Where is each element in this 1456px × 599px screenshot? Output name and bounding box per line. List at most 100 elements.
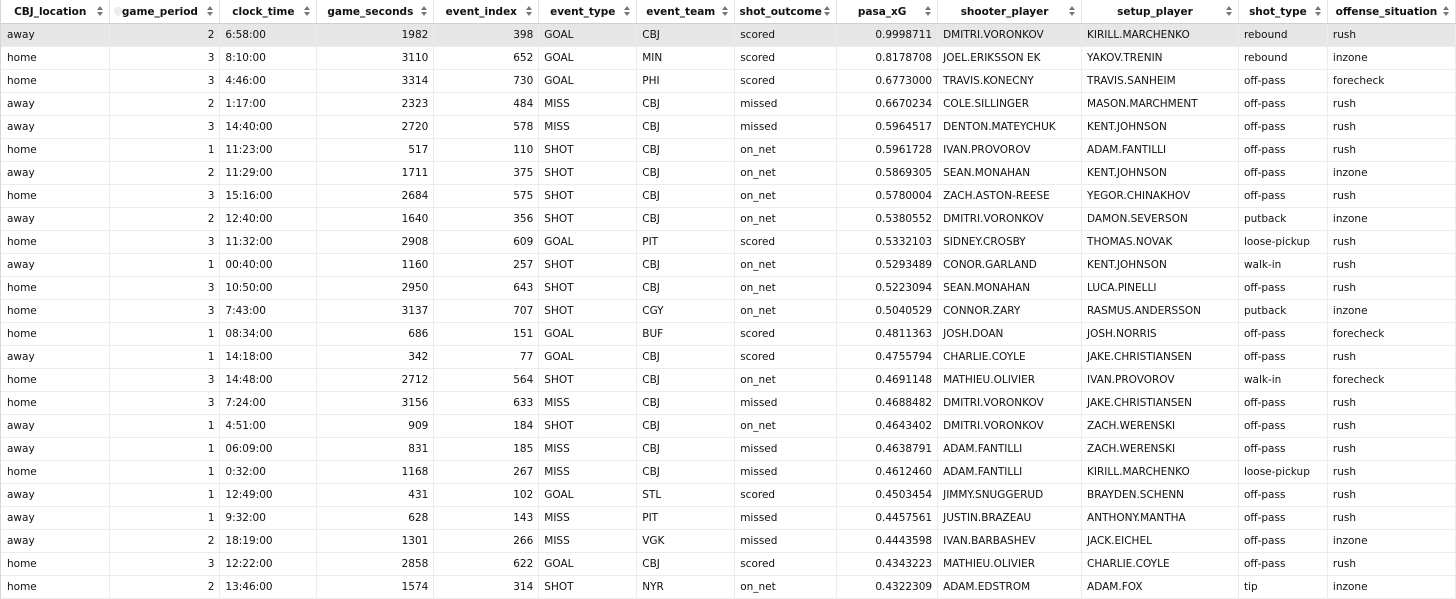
column-label: offense_situation xyxy=(1335,5,1438,18)
cell-pasa-xg: 0.4811363 xyxy=(836,322,939,346)
cell-game-period: 3 xyxy=(109,184,221,208)
sort-icon[interactable] xyxy=(925,6,932,17)
cell-offense-situation: inzone xyxy=(1327,299,1456,323)
sort-icon[interactable] xyxy=(421,6,428,17)
cell-shot-outcome: missed xyxy=(734,529,838,553)
column-header-offense-situation[interactable]: offense_situation xyxy=(1327,0,1456,24)
table-row[interactable]: home 3 14:48:00 2712 564 SHOT CBJ on_net 0.46911… xyxy=(1,368,1456,392)
cell-shot-type: off-pass xyxy=(1238,184,1328,208)
column-header-shot-type[interactable]: shot_type xyxy=(1238,0,1328,24)
cell-offense-situation: inzone xyxy=(1327,529,1456,553)
table-row[interactable]: away 1 06:09:00 831 185 MISS CBJ missed 0.463879… xyxy=(1,437,1456,461)
cell-pasa-xg: 0.4691148 xyxy=(836,368,939,392)
cell-event-type: MISS xyxy=(538,391,638,415)
table-row[interactable]: away 2 12:40:00 1640 356 SHOT CBJ on_net 0.53805… xyxy=(1,207,1456,231)
table-row[interactable]: home 3 15:16:00 2684 575 SHOT CBJ on_net 0.57800… xyxy=(1,184,1456,208)
column-header-event-team[interactable]: event_team xyxy=(636,0,736,24)
table-row[interactable]: home 2 13:46:00 1574 314 SHOT NYR on_net 0.43223… xyxy=(1,575,1456,599)
column-header-cbj-location[interactable]: CBJ_location xyxy=(1,0,111,24)
table-row[interactable]: away 2 6:58:00 1982 398 GOAL CBJ scored 0.999871… xyxy=(1,23,1456,47)
cell-offense-situation: rush xyxy=(1327,184,1456,208)
cell-cbj-location: home xyxy=(1,276,111,300)
table-row[interactable]: home 1 11:23:00 517 110 SHOT CBJ on_net 0.596172… xyxy=(1,138,1456,162)
cell-shot-outcome: missed xyxy=(734,92,838,116)
table-row[interactable]: home 3 4:46:00 3314 730 GOAL PHI scored 0.677300… xyxy=(1,69,1456,93)
cell-event-team: CBJ xyxy=(636,391,736,415)
sort-icon[interactable] xyxy=(97,6,104,17)
sort-icon[interactable] xyxy=(304,6,311,17)
cell-game-seconds: 1301 xyxy=(316,529,435,553)
cell-shooter-player: ADAM.EDSTROM xyxy=(937,575,1083,599)
cell-game-period: 2 xyxy=(109,575,221,599)
sort-icon[interactable] xyxy=(824,6,831,17)
cell-cbj-location: home xyxy=(1,575,111,599)
column-label: event_team xyxy=(646,5,716,18)
cell-clock-time: 18:19:00 xyxy=(219,529,318,553)
sort-icon[interactable] xyxy=(207,6,214,17)
table-row[interactable]: home 3 12:22:00 2858 622 GOAL CBJ scored 0.43432… xyxy=(1,552,1456,576)
cell-event-team: NYR xyxy=(636,575,736,599)
cell-clock-time: 10:50:00 xyxy=(219,276,318,300)
table-row[interactable]: away 3 14:40:00 2720 578 MISS CBJ missed 0.59645… xyxy=(1,115,1456,139)
cell-cbj-location: away xyxy=(1,207,111,231)
table-row[interactable]: away 2 1:17:00 2323 484 MISS CBJ missed 0.667023… xyxy=(1,92,1456,116)
cell-clock-time: 11:23:00 xyxy=(219,138,318,162)
table-row[interactable]: home 3 10:50:00 2950 643 SHOT CBJ on_net 0.52230… xyxy=(1,276,1456,300)
column-header-event-type[interactable]: event_type xyxy=(538,0,638,24)
cell-game-period: 1 xyxy=(109,483,221,507)
sort-icon[interactable] xyxy=(624,6,631,17)
table-row[interactable]: home 3 7:43:00 3137 707 SHOT CGY on_net 0.504052… xyxy=(1,299,1456,323)
cell-event-team: MIN xyxy=(636,46,736,70)
sort-icon[interactable] xyxy=(1314,6,1322,17)
cell-game-seconds: 686 xyxy=(316,322,435,346)
cell-event-team: CBJ xyxy=(636,115,736,139)
table-row[interactable]: away 1 9:32:00 628 143 MISS PIT missed 0.4457561… xyxy=(1,506,1456,530)
sort-icon[interactable] xyxy=(722,6,729,17)
cell-pasa-xg: 0.5780004 xyxy=(836,184,939,208)
column-header-shot-outcome[interactable]: shot_outcome xyxy=(734,0,838,24)
cell-pasa-xg: 0.5293489 xyxy=(836,253,939,277)
column-header-shooter-player[interactable]: shooter_player xyxy=(937,0,1083,24)
table-row[interactable]: away 1 4:51:00 909 184 SHOT CBJ on_net 0.4643402… xyxy=(1,414,1456,438)
table-row[interactable]: home 3 7:24:00 3156 633 MISS CBJ missed 0.468848… xyxy=(1,391,1456,415)
sort-icon[interactable] xyxy=(526,6,533,17)
cell-setup-player: TRAVIS.SANHEIM xyxy=(1081,69,1239,93)
cell-shot-outcome: scored xyxy=(734,46,838,70)
sort-icon[interactable] xyxy=(1443,6,1450,17)
table-row[interactable]: home 1 08:34:00 686 151 GOAL BUF scored 0.481136… xyxy=(1,322,1456,346)
cell-pasa-xg: 0.5040529 xyxy=(836,299,939,323)
table-row[interactable]: home 3 11:32:00 2908 609 GOAL PIT scored 0.53321… xyxy=(1,230,1456,254)
table-row[interactable]: away 1 00:40:00 1160 257 SHOT CBJ on_net 0.52934… xyxy=(1,253,1456,277)
cell-shooter-player: MATHIEU.OLIVIER xyxy=(937,368,1083,392)
column-header-setup-player[interactable]: setup_player xyxy=(1081,0,1239,24)
cell-pasa-xg: 0.6773000 xyxy=(836,69,939,93)
cell-shot-outcome: scored xyxy=(734,552,838,576)
cell-setup-player: JAKE.CHRISTIANSEN xyxy=(1081,345,1239,369)
cell-pasa-xg: 0.4643402 xyxy=(836,414,939,438)
table-row[interactable]: away 1 12:49:00 431 102 GOAL STL scored 0.450345… xyxy=(1,483,1456,507)
column-label: shot_type xyxy=(1249,5,1307,18)
cell-cbj-location: away xyxy=(1,92,111,116)
cell-shot-outcome: missed xyxy=(734,437,838,461)
table-row[interactable]: home 3 8:10:00 3110 652 GOAL MIN scored 0.817870… xyxy=(1,46,1456,70)
cell-game-seconds: 1574 xyxy=(316,575,435,599)
table-row[interactable]: away 2 18:19:00 1301 266 MISS VGK missed 0.44435… xyxy=(1,529,1456,553)
column-header-pasa-xg[interactable]: pasa_xG xyxy=(836,0,939,24)
cell-game-period: 3 xyxy=(109,115,221,139)
column-header-game-period[interactable]: game_period xyxy=(109,0,221,24)
cell-event-index: 652 xyxy=(433,46,540,70)
cell-event-team: CBJ xyxy=(636,276,736,300)
table-row[interactable]: away 2 11:29:00 1711 375 SHOT CBJ on_net 0.58693… xyxy=(1,161,1456,185)
column-header-clock-time[interactable]: clock_time xyxy=(219,0,318,24)
sort-icon[interactable] xyxy=(1225,6,1233,17)
cell-event-team: CBJ xyxy=(636,253,736,277)
table-row[interactable]: home 1 0:32:00 1168 267 MISS CBJ missed 0.461246… xyxy=(1,460,1456,484)
column-header-event-index[interactable]: event_index xyxy=(433,0,540,24)
cell-event-index: 643 xyxy=(433,276,540,300)
cell-shot-type: off-pass xyxy=(1238,437,1328,461)
column-header-game-seconds[interactable]: game_seconds xyxy=(316,0,435,24)
cell-game-period: 3 xyxy=(109,368,221,392)
table-row[interactable]: away 1 14:18:00 342 77 GOAL CBJ scored 0.4755794… xyxy=(1,345,1456,369)
sort-icon[interactable] xyxy=(1069,6,1076,17)
cell-shot-type: off-pass xyxy=(1238,529,1328,553)
